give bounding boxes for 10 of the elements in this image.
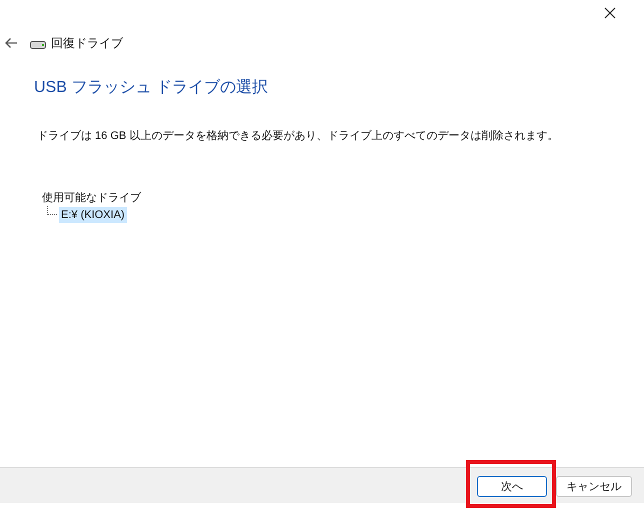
close-icon[interactable]: [604, 7, 616, 19]
page-heading: USB フラッシュ ドライブの選択: [34, 78, 269, 98]
description-text: ドライブは 16 GB 以上のデータを格納できる必要があり、ドライブ上のすべてのデータは削除されます。: [37, 128, 560, 144]
window-title: 回復ドライブ: [51, 35, 123, 52]
drive-icon: [30, 40, 46, 49]
dialog-button[interactable]: 次へ: [477, 476, 547, 498]
drive-tree-item[interactable]: E:¥ (KIOXIA): [59, 206, 127, 222]
dialog-button[interactable]: キャンセル: [556, 476, 632, 498]
tree-root-label: 使用可能なドライブ: [42, 190, 141, 206]
back-arrow-icon[interactable]: [4, 37, 18, 49]
